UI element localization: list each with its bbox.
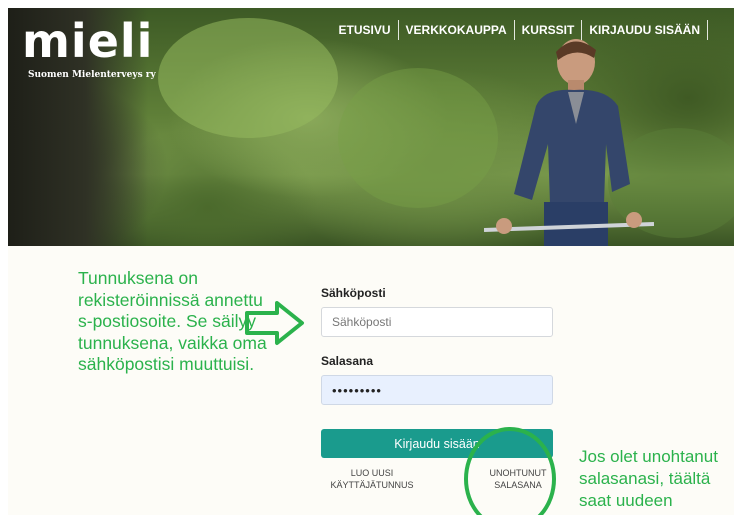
email-label: Sähköposti [321,286,386,300]
password-label: Salasana [321,354,374,368]
create-account-link[interactable]: LUO UUSI KÄYTTÄJÄTUNNUS [317,467,427,491]
cyclist-figure [484,39,654,246]
top-navigation: ETUSIVU VERKKOKAUPPA KURSSIT KIRJAUDU SI… [332,20,708,40]
nav-item-kurssit[interactable]: KURSSIT [515,20,583,40]
arrow-right-icon [245,301,304,345]
nav-item-kirjaudu[interactable]: KIRJAUDU SISÄÄN [582,20,708,40]
hero-banner: mieli Suomen Mielenterveys ry ETUSIVU VE… [8,8,734,246]
foliage [338,68,498,208]
highlight-circle [464,427,556,515]
password-input[interactable]: ••••••••• [321,375,553,405]
nav-item-etusivu[interactable]: ETUSIVU [332,20,399,40]
email-input[interactable] [321,307,553,337]
nav-item-verkkokauppa[interactable]: VERKKOKAUPPA [399,20,515,40]
logo-subtitle: Suomen Mielenterveys ry [28,70,156,80]
annotation-right: Jos olet unohtanut salasanasi, täältä sa… [579,447,718,510]
logo[interactable]: mieli [22,18,153,64]
foliage [158,18,338,138]
annotation-left: Tunnuksena on rekisteröinnissä annettu s… [78,268,267,374]
